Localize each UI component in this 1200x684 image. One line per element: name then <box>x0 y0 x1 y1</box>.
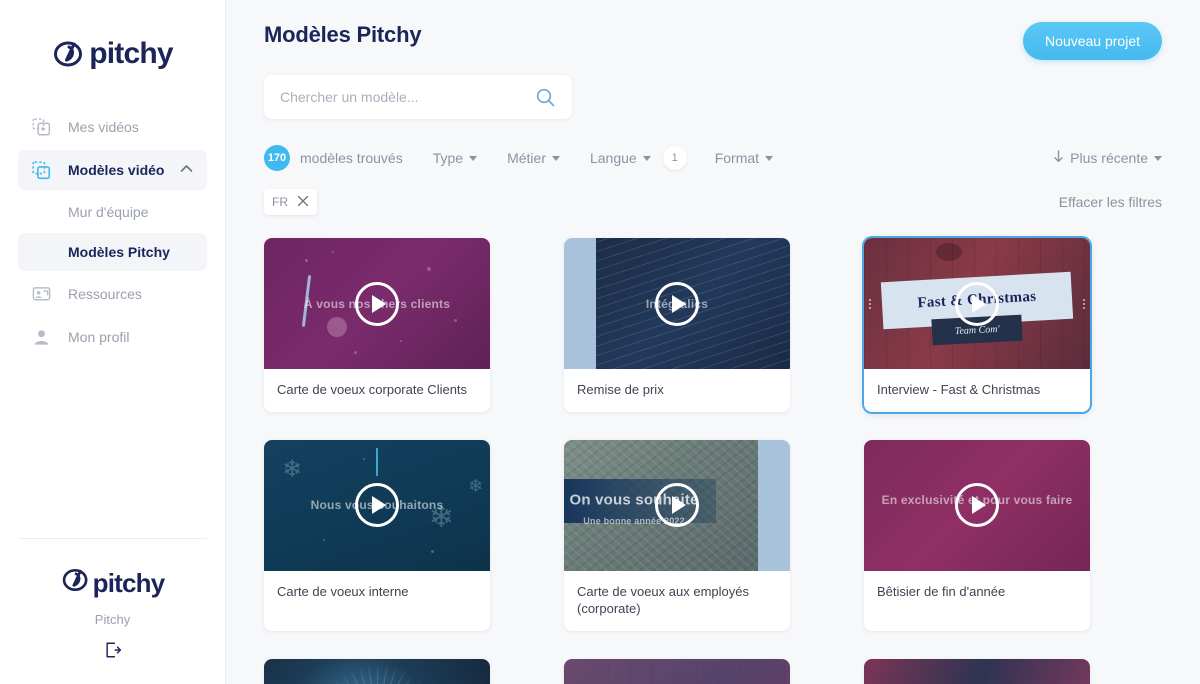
search-input[interactable] <box>280 89 535 105</box>
chevron-down-icon <box>642 155 651 161</box>
sidebar-item-mes-videos[interactable]: Mes vidéos <box>18 107 207 147</box>
brand-logo-top[interactable]: pitchy <box>0 0 225 86</box>
filter-label: Métier <box>507 150 546 166</box>
chevron-down-icon <box>469 155 478 161</box>
template-thumbnail[interactable]: On vous souhaite Une bonne année 2022 <box>564 439 790 571</box>
chevron-up-icon[interactable] <box>180 164 193 176</box>
filter-dropdown-type[interactable]: Type <box>432 150 478 166</box>
template-title: Bêtisier de fin d'année <box>877 583 1006 599</box>
filter-dropdown-format[interactable]: Format <box>714 150 774 166</box>
play-button-icon[interactable] <box>355 483 399 528</box>
play-button-icon[interactable] <box>955 281 999 326</box>
template-card[interactable]: En exclusivité et pour vous faire Bêtisi… <box>864 439 1090 631</box>
workspace-name: Pitchy <box>94 612 131 627</box>
app-root: pitchy Mes vidéos Modèles vidéo Mur d'éq… <box>0 0 1200 684</box>
sidebar-item-ressources[interactable]: Ressources <box>18 274 207 314</box>
thumbnail-overlay-text: On vous souhaite <box>569 491 699 509</box>
resources-icon <box>32 285 56 304</box>
main-content: Modèles Pitchy Nouveau projet 170 modèle… <box>226 0 1200 684</box>
langue-active-count-badge: 1 <box>662 146 687 170</box>
template-title: Interview - Fast & Christmas <box>877 382 1041 397</box>
template-card[interactable]: Intégralics Remise de prix <box>564 238 790 412</box>
filter-chip-fr[interactable]: FR <box>264 189 317 215</box>
template-card[interactable]: Fast & Christmas Team Com' Interview - F… <box>864 238 1090 412</box>
template-thumbnail[interactable]: En exclusivité et pour vous faire <box>864 439 1090 571</box>
sidebar-footer: pitchy Pitchy <box>18 538 207 664</box>
templates-icon <box>32 160 56 180</box>
template-card[interactable]: On vous souhaite Une bonne année 2022 Ca… <box>564 439 790 631</box>
sidebar-nav: Mes vidéos Modèles vidéo Mur d'équipe Mo… <box>0 104 225 360</box>
sidebar-subitem-label: Modèles Pitchy <box>68 244 170 260</box>
profile-icon <box>32 328 56 347</box>
filter-label: Type <box>432 150 464 166</box>
thumbnail-art <box>864 659 1090 684</box>
sidebar-subitem-mur-d-equipe[interactable]: Mur d'équipe <box>18 193 207 231</box>
page-title: Modèles Pitchy <box>264 22 422 47</box>
pitchy-mark-icon <box>61 565 91 600</box>
logout-icon[interactable] <box>104 641 122 664</box>
template-thumbnail[interactable] <box>264 658 490 684</box>
chip-label: FR <box>272 195 288 209</box>
template-card[interactable] <box>564 658 790 684</box>
sort-label: Plus récente <box>1070 150 1148 166</box>
chevron-down-icon <box>551 155 560 161</box>
sidebar-item-label: Mon profil <box>68 329 130 345</box>
videos-icon <box>32 117 56 137</box>
template-title: Carte de voeux aux employés (corporate) <box>577 583 749 617</box>
arrow-down-icon <box>1053 150 1064 166</box>
chevron-down-icon <box>765 155 774 161</box>
template-thumbnail[interactable]: À vous nos chers clients <box>264 238 490 369</box>
close-icon[interactable] <box>297 195 309 209</box>
play-button-icon[interactable] <box>655 483 699 528</box>
filter-dropdown-langue[interactable]: Langue <box>590 150 651 166</box>
search-bar[interactable] <box>264 75 572 119</box>
template-title: Carte de voeux corporate Clients <box>277 382 468 397</box>
results-count-label: modèles trouvés <box>300 150 403 166</box>
sidebar-item-label: Mes vidéos <box>68 119 139 135</box>
template-card[interactable] <box>264 658 490 684</box>
sidebar-item-label: Modèles vidéo <box>68 162 165 178</box>
results-count-badge: 170 <box>264 145 290 171</box>
search-icon[interactable] <box>535 87 556 108</box>
sidebar: pitchy Mes vidéos Modèles vidéo Mur d'éq… <box>0 0 226 684</box>
chevron-down-icon <box>1154 155 1162 161</box>
templates-grid: À vous nos chers clients Carte de voeux … <box>264 238 1162 684</box>
sidebar-subitem-label: Mur d'équipe <box>68 204 149 220</box>
active-filter-chips: FR Effacer les filtres <box>264 188 1162 216</box>
page-header: Modèles Pitchy Nouveau projet <box>264 0 1162 60</box>
sidebar-item-label: Ressources <box>68 286 142 302</box>
new-project-button[interactable]: Nouveau projet <box>1023 22 1162 60</box>
brand-wordmark-footer: pitchy <box>92 567 166 598</box>
filter-label: Format <box>714 150 760 166</box>
filter-bar: 170 modèles trouvés Type Métier Langue 1… <box>264 142 1162 174</box>
play-button-icon[interactable] <box>955 483 999 528</box>
template-title: Remise de prix <box>577 382 664 397</box>
template-thumbnail[interactable]: Intégralics <box>564 238 790 369</box>
template-thumbnail[interactable] <box>864 658 1090 684</box>
template-card[interactable] <box>864 658 1090 684</box>
brand-logo-footer: pitchy <box>61 565 165 600</box>
thumbnail-art <box>564 658 790 684</box>
sidebar-subitem-modeles-pitchy[interactable]: Modèles Pitchy <box>18 233 207 271</box>
more-options-icon[interactable] <box>869 298 871 309</box>
brand-wordmark: pitchy <box>89 37 173 70</box>
template-card[interactable]: ❄ ❄ ❄ Nous vous souhaitons Carte de voeu… <box>264 439 490 631</box>
template-thumbnail[interactable]: ❄ ❄ ❄ Nous vous souhaitons <box>264 439 490 571</box>
filter-dropdown-metier[interactable]: Métier <box>507 150 560 166</box>
pitchy-mark-icon <box>52 37 86 71</box>
template-title: Carte de voeux interne <box>277 583 409 599</box>
template-thumbnail[interactable]: Fast & Christmas Team Com' <box>864 238 1090 369</box>
sidebar-item-mon-profil[interactable]: Mon profil <box>18 317 207 357</box>
template-thumbnail[interactable] <box>564 658 790 684</box>
thumbnail-overlay-subtext: Une bonne année 2022 <box>583 515 685 526</box>
template-card[interactable]: À vous nos chers clients Carte de voeux … <box>264 238 490 412</box>
clear-filters-button[interactable]: Effacer les filtres <box>1059 194 1162 210</box>
play-button-icon[interactable] <box>655 281 699 326</box>
filter-label: Langue <box>589 150 637 166</box>
sidebar-item-modeles-video[interactable]: Modèles vidéo <box>18 150 207 190</box>
more-options-icon[interactable] <box>1083 298 1085 309</box>
play-button-icon[interactable] <box>355 281 399 326</box>
sort-dropdown[interactable]: Plus récente <box>1053 150 1162 166</box>
thumbnail-art <box>264 659 490 684</box>
